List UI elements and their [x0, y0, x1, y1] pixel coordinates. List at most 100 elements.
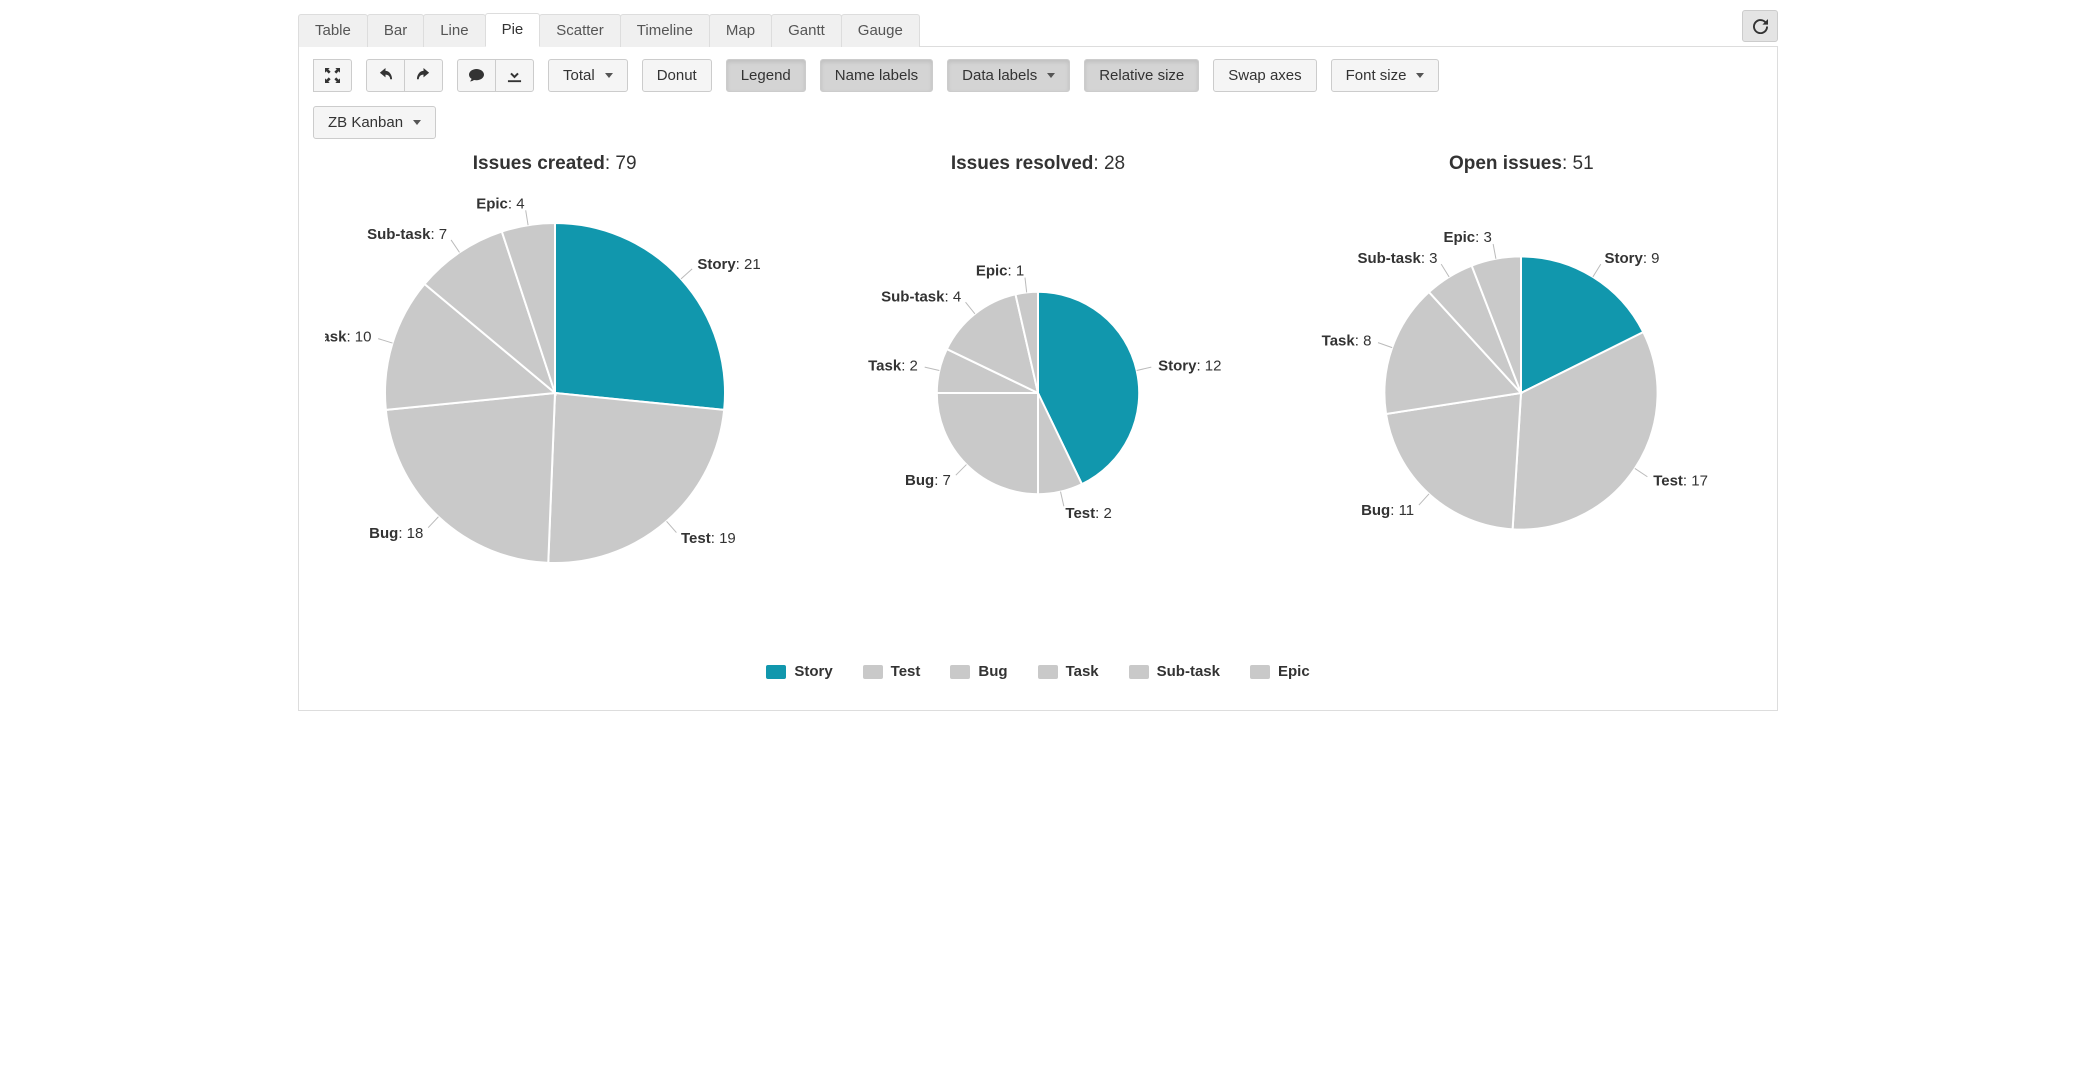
- project-selector[interactable]: ZB Kanban: [313, 106, 436, 139]
- tab-gauge[interactable]: Gauge: [841, 14, 920, 48]
- slice-label: Epic: 4: [476, 195, 524, 212]
- leader-line: [681, 269, 692, 279]
- leader-line: [525, 210, 527, 225]
- pie-slice-story[interactable]: [555, 223, 725, 410]
- leader-line: [1635, 468, 1648, 476]
- legend-label: Task: [1066, 663, 1099, 680]
- slice-label: Task: 8: [1322, 332, 1372, 349]
- caret-down-icon: [1047, 73, 1055, 78]
- legend-button[interactable]: Legend: [726, 59, 806, 92]
- name-labels-button[interactable]: Name labels: [820, 59, 933, 92]
- font-size-button[interactable]: Font size: [1331, 59, 1440, 92]
- font-size-button-label: Font size: [1346, 68, 1407, 83]
- legend-item-task[interactable]: Task: [1038, 663, 1099, 680]
- slice-label: Sub-task: 4: [881, 289, 961, 306]
- name-labels-button-label: Name labels: [835, 68, 918, 83]
- legend-label: Epic: [1278, 663, 1310, 680]
- leader-line: [925, 367, 940, 370]
- caret-down-icon: [413, 120, 421, 125]
- slice-label: Epic: 1: [976, 263, 1024, 280]
- data-labels-button-label: Data labels: [962, 68, 1037, 83]
- legend-button-label: Legend: [741, 68, 791, 83]
- chart-type-tabbar: TableBarLinePieScatterTimelineMapGanttGa…: [298, 8, 1778, 47]
- tab-map[interactable]: Map: [709, 14, 772, 48]
- redo-button[interactable]: [404, 59, 443, 92]
- chart-title: Open issues: 51: [1291, 153, 1751, 175]
- legend-swatch: [1129, 665, 1149, 679]
- expand-button[interactable]: [313, 59, 352, 92]
- pie-svg: Story: 21Test: 19Bug: 18Task: 10Sub-task…: [325, 193, 785, 593]
- leader-line: [956, 465, 967, 476]
- pie-slice-bug[interactable]: [937, 393, 1038, 494]
- tab-table[interactable]: Table: [298, 14, 368, 48]
- tab-pie[interactable]: Pie: [485, 13, 541, 48]
- leader-line: [1493, 244, 1496, 259]
- chart-title: Issues created: 79: [325, 153, 785, 175]
- relative-size-button-label: Relative size: [1099, 68, 1184, 83]
- leader-line: [428, 517, 438, 528]
- legend-swatch: [1250, 665, 1270, 679]
- legend-swatch: [766, 665, 786, 679]
- redo-icon: [416, 68, 431, 83]
- pie-chart-2: Open issues: 51Story: 9Test: 17Bug: 11Ta…: [1291, 153, 1751, 593]
- reload-button[interactable]: [1742, 10, 1778, 42]
- chart-pane: Total Donut Legend Name labels Data labels Re…: [298, 47, 1778, 711]
- relative-size-button[interactable]: Relative size: [1084, 59, 1199, 92]
- slice-label: Story: 9: [1605, 250, 1660, 267]
- legend-swatch: [863, 665, 883, 679]
- tab-gantt[interactable]: Gantt: [771, 14, 842, 48]
- tab-line[interactable]: Line: [423, 14, 485, 48]
- download-icon: [507, 68, 522, 83]
- comment-icon: [469, 68, 484, 83]
- tab-bar[interactable]: Bar: [367, 14, 424, 48]
- total-button[interactable]: Total: [548, 59, 628, 92]
- chart-title-value: 79: [615, 153, 636, 174]
- tab-timeline[interactable]: Timeline: [620, 14, 710, 48]
- legend-item-epic[interactable]: Epic: [1250, 663, 1310, 680]
- tab-scatter[interactable]: Scatter: [539, 14, 621, 48]
- data-labels-button[interactable]: Data labels: [947, 59, 1070, 92]
- leader-line: [451, 240, 459, 252]
- legend-swatch: [1038, 665, 1058, 679]
- chart-title-value: 28: [1104, 153, 1125, 174]
- donut-button[interactable]: Donut: [642, 59, 712, 92]
- caret-down-icon: [1416, 73, 1424, 78]
- leader-line: [966, 302, 975, 314]
- swap-axes-button[interactable]: Swap axes: [1213, 59, 1316, 92]
- leader-line: [1419, 494, 1429, 505]
- slice-label: Test: 2: [1065, 505, 1111, 522]
- charts-row: Issues created: 79Story: 21Test: 19Bug: …: [313, 153, 1763, 593]
- caret-down-icon: [605, 73, 613, 78]
- legend-item-sub-task[interactable]: Sub-task: [1129, 663, 1220, 680]
- leader-line: [1137, 367, 1152, 370]
- slice-label: Task: 10: [325, 329, 371, 346]
- legend-swatch: [950, 665, 970, 679]
- button-group: [457, 59, 534, 92]
- undo-button[interactable]: [366, 59, 405, 92]
- chart-legend: Story Test Bug Task Sub-task Epic: [313, 663, 1763, 680]
- expand-icon: [325, 68, 340, 83]
- chart-title-name: Open issues: [1449, 153, 1562, 174]
- slice-label: Task: 2: [868, 358, 918, 375]
- legend-item-bug[interactable]: Bug: [950, 663, 1007, 680]
- slice-label: Bug: 18: [369, 525, 423, 542]
- slice-label: Bug: 11: [1361, 502, 1414, 519]
- legend-label: Story: [794, 663, 832, 680]
- slice-label: Sub-task: 3: [1358, 250, 1438, 267]
- download-button[interactable]: [495, 59, 534, 92]
- button-group: [366, 59, 443, 92]
- legend-item-story[interactable]: Story: [766, 663, 832, 680]
- slice-label: Bug: 7: [905, 472, 951, 489]
- legend-item-test[interactable]: Test: [863, 663, 921, 680]
- chart-title-name: Issues resolved: [951, 153, 1094, 174]
- pie-svg: Story: 9Test: 17Bug: 11Task: 8Sub-task: …: [1291, 193, 1751, 593]
- donut-button-label: Donut: [657, 68, 697, 83]
- swap-axes-button-label: Swap axes: [1228, 68, 1301, 83]
- chart-title-value: 51: [1573, 153, 1594, 174]
- slice-label: Story: 12: [1158, 358, 1221, 375]
- pie-svg: Story: 12 Test: 2 Bug: 7 Task: 2 Sub-task: 4…: [808, 193, 1268, 593]
- chart-title: Issues resolved: 28: [808, 153, 1268, 175]
- slice-label: Story: 21: [697, 256, 760, 273]
- annotate-button[interactable]: [457, 59, 496, 92]
- leader-line: [1442, 264, 1450, 277]
